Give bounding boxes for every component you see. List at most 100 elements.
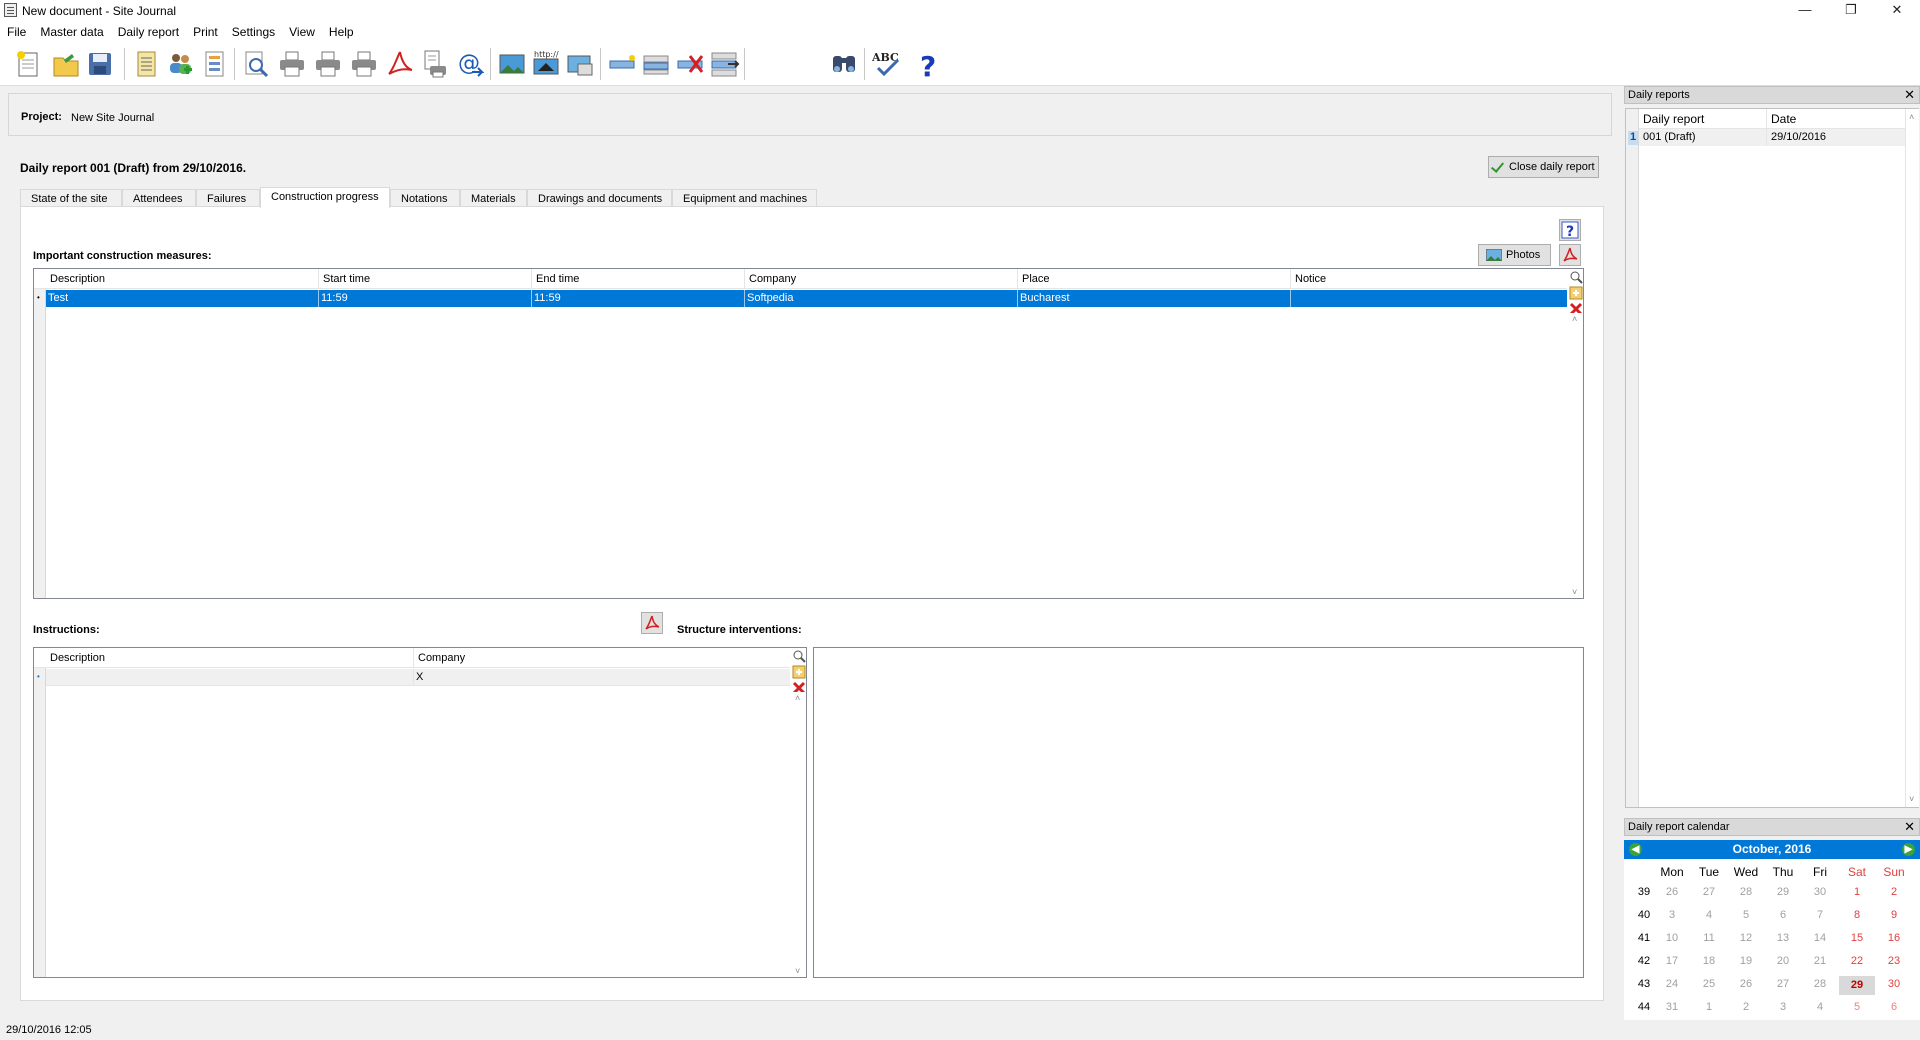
- calendar-day[interactable]: 3: [1654, 909, 1690, 921]
- table-row[interactable]: Test 11:59 11:59 Softpedia Bucharest: [46, 290, 1569, 307]
- column-header-daily-report[interactable]: Daily report: [1639, 109, 1767, 129]
- column-header-notice[interactable]: Notice: [1291, 269, 1569, 289]
- edit-row-icon[interactable]: [640, 48, 672, 80]
- vertical-scrollbar[interactable]: ˄ ˅: [1569, 313, 1583, 598]
- cell-company[interactable]: X: [414, 669, 792, 686]
- column-header-description[interactable]: Description: [46, 648, 414, 668]
- column-header-date[interactable]: Date: [1767, 109, 1905, 129]
- calendar-day[interactable]: 8: [1839, 909, 1875, 921]
- calendar-day[interactable]: 9: [1876, 909, 1912, 921]
- menu-print[interactable]: Print: [186, 22, 225, 39]
- pdf-icon[interactable]: [384, 48, 416, 80]
- column-header-company[interactable]: Company: [414, 648, 792, 668]
- open-icon[interactable]: [50, 48, 82, 80]
- vertical-scrollbar[interactable]: ˄ ˅: [1905, 109, 1919, 807]
- calendar-day[interactable]: 12: [1728, 932, 1764, 944]
- new-document-icon[interactable]: [12, 48, 44, 80]
- preview-icon[interactable]: [240, 48, 272, 80]
- prev-month-icon[interactable]: ◀: [1629, 843, 1642, 856]
- calendar-day[interactable]: 2: [1876, 886, 1912, 898]
- calendar-day[interactable]: 30: [1802, 886, 1838, 898]
- menu-view[interactable]: View: [282, 22, 322, 39]
- column-header-start-time[interactable]: Start time: [319, 269, 532, 289]
- calendar-day[interactable]: 3: [1765, 1001, 1801, 1013]
- maximize-button[interactable]: ❐: [1828, 0, 1874, 22]
- tab-construction-progress[interactable]: Construction progress: [260, 187, 390, 208]
- calendar-day[interactable]: 25: [1691, 978, 1727, 990]
- save-icon[interactable]: [84, 48, 116, 80]
- vertical-scrollbar[interactable]: ˄ ˅: [792, 692, 806, 977]
- cell-notice[interactable]: [1291, 290, 1569, 307]
- image-icon[interactable]: [496, 48, 528, 80]
- cell-end-time[interactable]: 11:59: [532, 290, 745, 307]
- zoom-row-icon[interactable]: [792, 649, 806, 663]
- calendar-day[interactable]: 7: [1802, 909, 1838, 921]
- calendar-day[interactable]: 18: [1691, 955, 1727, 967]
- calendar-day[interactable]: 21: [1802, 955, 1838, 967]
- tab-failures[interactable]: Failures: [196, 189, 260, 207]
- calendar-day[interactable]: 27: [1691, 886, 1727, 898]
- calendar-day[interactable]: 6: [1765, 909, 1801, 921]
- instructions-pdf-button[interactable]: [641, 612, 663, 634]
- print3-icon[interactable]: [348, 48, 380, 80]
- calendar-day[interactable]: 4: [1691, 909, 1727, 921]
- column-header-description[interactable]: Description: [46, 269, 319, 289]
- add-row-icon[interactable]: [606, 48, 638, 80]
- calendar-day[interactable]: 11: [1691, 932, 1727, 944]
- tab-state-of-the-site[interactable]: State of the site: [20, 189, 122, 207]
- cell-place[interactable]: Bucharest: [1018, 290, 1291, 307]
- help-icon[interactable]: ?: [912, 48, 944, 83]
- tab-materials[interactable]: Materials: [460, 189, 527, 207]
- delete-row-icon[interactable]: [674, 48, 706, 80]
- add-row-icon[interactable]: [792, 665, 806, 679]
- report-icon[interactable]: [130, 48, 162, 80]
- tab-attendees[interactable]: Attendees: [122, 189, 196, 207]
- move-row-icon[interactable]: [708, 48, 740, 80]
- email-icon[interactable]: @: [454, 48, 486, 80]
- print-setup-icon[interactable]: [418, 48, 450, 80]
- calendar-day[interactable]: 24: [1654, 978, 1690, 990]
- column-header-end-time[interactable]: End time: [532, 269, 745, 289]
- tab-equipment-and-machines[interactable]: Equipment and machines: [672, 189, 817, 207]
- calendar-day[interactable]: 28: [1728, 886, 1764, 898]
- calendar-day[interactable]: 14: [1802, 932, 1838, 944]
- menu-settings[interactable]: Settings: [225, 22, 282, 39]
- print2-icon[interactable]: [312, 48, 344, 80]
- tab-drawings-and-documents[interactable]: Drawings and documents: [527, 189, 672, 207]
- print-icon[interactable]: [276, 48, 308, 80]
- tab-notations[interactable]: Notations: [390, 189, 460, 207]
- calendar-day[interactable]: 17: [1654, 955, 1690, 967]
- calendar-day[interactable]: 26: [1654, 886, 1690, 898]
- calendar-day[interactable]: 13: [1765, 932, 1801, 944]
- calendar-day[interactable]: 19: [1728, 955, 1764, 967]
- zoom-row-icon[interactable]: [1569, 270, 1583, 284]
- cell-daily-report[interactable]: 001 (Draft): [1639, 129, 1767, 146]
- calendar-day[interactable]: 16: [1876, 932, 1912, 944]
- calendar-day[interactable]: 5: [1839, 1001, 1875, 1013]
- calendar-day[interactable]: 31: [1654, 1001, 1690, 1013]
- spellcheck-icon[interactable]: ABC: [870, 48, 902, 80]
- photos-button[interactable]: Photos: [1478, 244, 1551, 266]
- calendar-day[interactable]: 6: [1876, 1001, 1912, 1013]
- table-row[interactable]: 1 001 (Draft) 29/10/2016: [1626, 129, 1905, 146]
- calendar-day[interactable]: 23: [1876, 955, 1912, 967]
- cell-description[interactable]: Test: [46, 290, 319, 307]
- close-window-button[interactable]: ✕: [1874, 0, 1920, 22]
- menu-file[interactable]: File: [0, 22, 33, 39]
- list-icon[interactable]: [198, 48, 230, 80]
- calendar-day[interactable]: 5: [1728, 909, 1764, 921]
- calendar-day[interactable]: 10: [1654, 932, 1690, 944]
- web-image-icon[interactable]: http://: [530, 48, 562, 80]
- pdf-export-button[interactable]: [1559, 244, 1581, 266]
- cell-start-time[interactable]: 11:59: [319, 290, 532, 307]
- column-header-company[interactable]: Company: [745, 269, 1018, 289]
- add-row-icon[interactable]: [1569, 286, 1583, 300]
- minimize-button[interactable]: —: [1782, 0, 1828, 22]
- menu-help[interactable]: Help: [322, 22, 361, 39]
- cell-company[interactable]: Softpedia: [745, 290, 1018, 307]
- menu-daily-report[interactable]: Daily report: [111, 22, 186, 39]
- calendar-day[interactable]: 22: [1839, 955, 1875, 967]
- cell-description[interactable]: [46, 669, 414, 686]
- calendar-day[interactable]: 30: [1876, 978, 1912, 990]
- structure-interventions-box[interactable]: [813, 647, 1584, 978]
